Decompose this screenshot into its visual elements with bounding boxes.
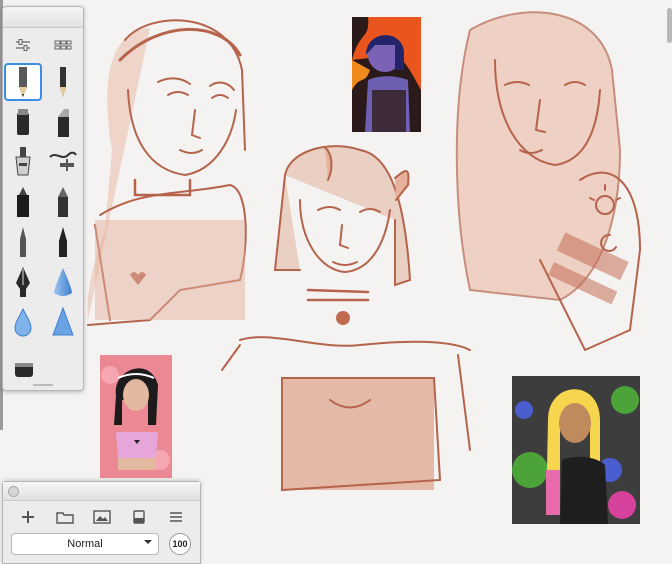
felt-tip-icon — [58, 187, 68, 217]
reference-pink-girl — [100, 355, 172, 478]
hard-cone-icon — [52, 306, 74, 336]
blend-mode-label: Normal — [67, 538, 103, 550]
pencil-tool[interactable] — [4, 63, 42, 101]
image-icon[interactable] — [92, 508, 111, 526]
blend-mode-select[interactable]: Normal — [11, 533, 159, 555]
droplet-icon — [14, 307, 32, 337]
fountain-pen-tool[interactable] — [3, 262, 43, 302]
eraser-layer-icon[interactable] — [130, 508, 148, 526]
brush-palette — [2, 6, 84, 391]
hard-cone-tool[interactable] — [43, 302, 83, 342]
layer-panel: Normal 100 — [2, 481, 201, 564]
eraser-tool[interactable] — [3, 342, 43, 382]
marker-icon — [17, 109, 29, 135]
fine-pencil-tool[interactable] — [43, 62, 83, 102]
smudge-tool[interactable] — [43, 142, 83, 182]
tool-grid — [3, 62, 83, 382]
drawing-canvas[interactable] — [0, 0, 672, 562]
sliders-icon[interactable] — [14, 38, 32, 52]
layer-actions — [3, 501, 200, 533]
palette-header — [3, 28, 83, 62]
paint-brush-tool[interactable] — [43, 222, 83, 262]
fountain-pen-icon — [16, 267, 30, 297]
airbrush-icon — [15, 147, 31, 176]
opacity-control[interactable]: 100 — [169, 533, 191, 555]
blend-row: Normal 100 — [3, 533, 200, 555]
vertical-scrollbar[interactable] — [667, 8, 672, 43]
pencil-icon — [19, 67, 27, 97]
chisel-marker-tool[interactable] — [43, 102, 83, 142]
droplet-tool[interactable] — [3, 302, 43, 342]
paint-brush-icon — [59, 227, 67, 257]
ink-pen-icon — [17, 187, 29, 217]
ink-pen-tool[interactable] — [3, 182, 43, 222]
brush-library-icon[interactable] — [54, 38, 72, 52]
fine-brush-tool[interactable] — [3, 222, 43, 262]
fine-pencil-icon — [60, 67, 66, 97]
soft-cone-icon — [54, 268, 72, 296]
reference-blonde-girl — [512, 376, 640, 524]
reference-demon-girl — [352, 17, 421, 132]
chisel-marker-icon — [58, 109, 69, 137]
smudge-icon — [49, 151, 77, 171]
close-icon[interactable] — [8, 486, 19, 497]
opacity-value: 100 — [172, 539, 188, 549]
marker-tool[interactable] — [3, 102, 43, 142]
folder-icon[interactable] — [55, 508, 74, 526]
menu-icon[interactable] — [167, 508, 185, 526]
soft-cone-tool[interactable] — [43, 262, 83, 302]
palette-titlebar[interactable] — [3, 7, 83, 28]
palette-resize-grip[interactable] — [33, 384, 53, 386]
fine-brush-icon — [20, 227, 26, 257]
add-layer-icon[interactable] — [19, 508, 37, 526]
airbrush-tool[interactable] — [3, 142, 43, 182]
layer-panel-titlebar[interactable] — [3, 482, 200, 501]
eraser-icon — [15, 363, 33, 377]
chevron-down-icon — [144, 540, 152, 544]
felt-tip-tool[interactable] — [43, 182, 83, 222]
